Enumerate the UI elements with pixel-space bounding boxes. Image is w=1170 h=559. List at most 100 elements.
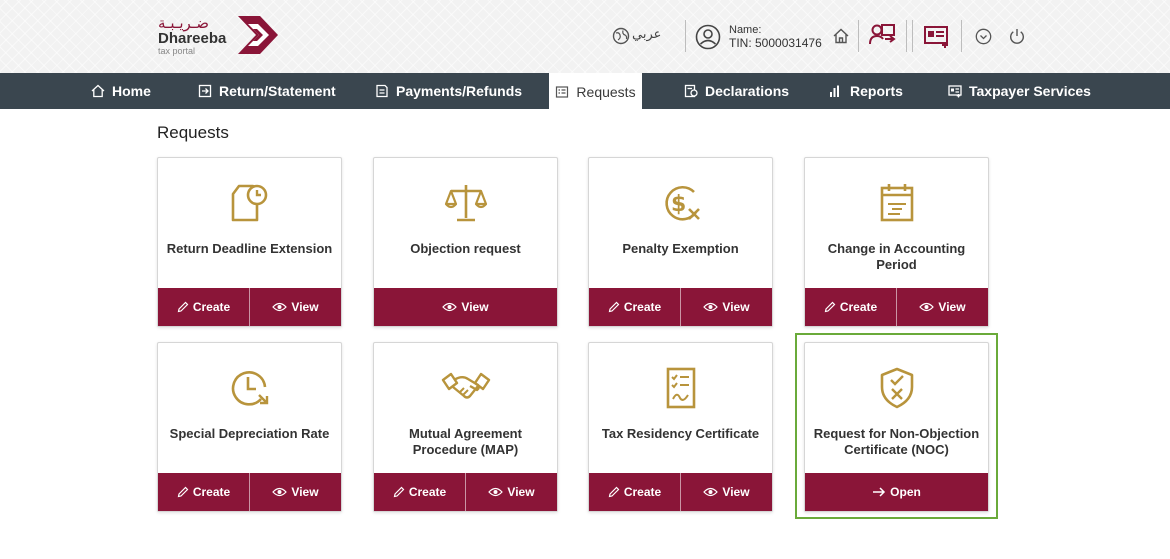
nav-label: Reports [850,83,903,99]
logo-subtitle: tax portal [158,45,196,56]
view-button[interactable]: View [374,288,557,326]
create-button[interactable]: Create [589,288,680,326]
eye-icon [919,302,935,312]
create-button[interactable]: Create [158,288,249,326]
card-actions: Create View [374,473,557,511]
view-button[interactable]: View [896,288,988,326]
home-icon[interactable] [832,27,850,45]
nav-reports[interactable]: Reports [829,73,903,109]
header-divider [912,20,913,52]
nav-payments-refunds[interactable]: Payments/Refunds [375,73,522,109]
view-label: View [722,485,750,499]
create-button[interactable]: Create [158,473,249,511]
create-label: Create [839,300,878,314]
eye-icon [703,487,719,497]
calendar-icon [805,180,988,230]
card-actions: Create View [158,473,341,511]
request-card-noc: Request for Non-Objection Certificate (N… [804,342,989,512]
request-card-mutual-agreement-procedure: Mutual Agreement Procedure (MAP) Create … [373,342,558,512]
pencil-icon [393,486,405,498]
view-button[interactable]: View [249,473,341,511]
card-actions: View [374,288,557,326]
request-card-objection-request: Objection request View [373,157,558,327]
main-nav: Home Return/Statement Payments/Refunds R… [0,73,1170,110]
card-actions: Create View [589,288,772,326]
page-title: Requests [157,123,229,142]
create-button[interactable]: Create [374,473,465,511]
eye-icon [272,302,288,312]
card-title: Change in Accounting Period [827,241,966,272]
requests-icon [555,85,569,99]
open-label: Open [890,485,921,499]
pencil-icon [608,301,620,313]
view-label: View [722,300,750,314]
globe-icon[interactable] [612,27,630,45]
nav-return-statement[interactable]: Return/Statement [198,73,336,109]
home-icon [91,84,105,98]
header-divider [858,20,859,52]
nav-requests[interactable]: Requests [549,73,642,110]
user-icon[interactable] [695,24,721,50]
pencil-icon [608,486,620,498]
view-label: View [291,485,319,499]
card-title: Objection request [410,241,521,256]
logo-text: ضـريـبـة Dhareeba tax portal [158,15,226,56]
header-divider [685,20,686,52]
create-label: Create [192,300,231,314]
chevron-down-icon[interactable] [975,28,992,45]
language-switch[interactable]: عربي [632,27,661,42]
view-button[interactable]: View [680,288,772,326]
svg-text:$: $ [671,192,686,217]
card-actions: Create View [158,288,341,326]
open-button[interactable]: Open [805,473,988,511]
taxpayer-card-icon[interactable] [923,25,951,49]
switch-account-icon[interactable] [868,22,896,50]
nav-label: Home [112,83,151,99]
header-divider [961,20,962,52]
create-label: Create [192,485,231,499]
create-button[interactable]: Create [805,288,896,326]
card-title: Mutual Agreement Procedure (MAP) [409,426,522,457]
card-actions: Create View [805,288,988,326]
view-button[interactable]: View [680,473,772,511]
view-label: View [291,300,319,314]
eye-icon [442,302,458,312]
nav-declarations[interactable]: Declarations [684,73,789,109]
dhareeba-logo[interactable]: ضـريـبـة Dhareeba tax portal [158,10,288,60]
card-title: Tax Residency Certificate [601,426,760,441]
card-actions: Open [805,473,988,511]
eye-icon [488,487,504,497]
handshake-icon [374,365,557,415]
view-button[interactable]: View [465,473,557,511]
declarations-icon [684,84,698,98]
view-button[interactable]: View [249,288,341,326]
dhareeba-logo-mark [238,16,279,54]
request-card-special-depreciation-rate: Special Depreciation Rate Create View [157,342,342,512]
return-icon [198,84,212,98]
create-label: Create [623,485,662,499]
bar-chart-icon [829,84,843,98]
nav-home[interactable]: Home [91,73,151,109]
view-label: View [938,300,966,314]
card-title: Return Deadline Extension [166,241,333,256]
shield-check-icon [805,365,988,415]
pencil-icon [177,486,189,498]
clock-down-icon [158,365,341,415]
scales-icon [374,180,557,230]
pencil-icon [824,301,836,313]
pencil-icon [177,301,189,313]
request-card-tax-residency-certificate: Tax Residency Certificate Create View [588,342,773,512]
top-header: ضـريـبـة Dhareeba tax portal عربي Name: … [0,0,1170,73]
nav-label: Requests [576,83,636,100]
request-card-return-deadline-extension: Return Deadline Extension Create View [157,157,342,327]
create-button[interactable]: Create [589,473,680,511]
payments-icon [375,84,389,98]
arrow-right-icon [873,487,886,497]
user-tin: TIN: 5000031476 [729,36,822,50]
view-label: View [507,485,535,499]
logout-icon[interactable] [1008,27,1026,45]
nav-taxpayer-services[interactable]: Taxpayer Services [948,73,1091,109]
request-card-change-accounting-period: Change in Accounting Period Create View [804,157,989,327]
dollar-exempt-icon: $ [589,180,772,230]
eye-icon [703,302,719,312]
